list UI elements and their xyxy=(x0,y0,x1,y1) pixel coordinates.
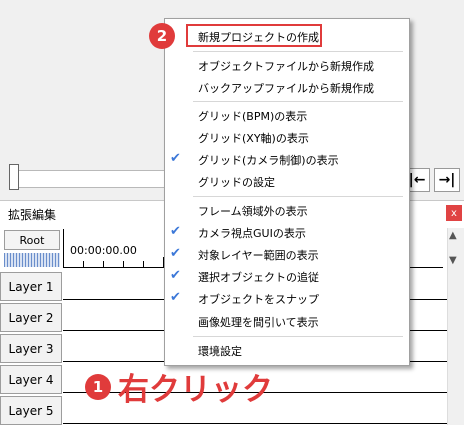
layer-button[interactable]: Layer 3 xyxy=(0,334,62,363)
menu-item-grid-settings[interactable]: グリッドの設定 xyxy=(198,174,275,190)
menu-separator xyxy=(193,336,403,337)
menu-item-grid-xy[interactable]: グリッド(XY軸)の表示 xyxy=(198,130,309,146)
frame-slider-track[interactable] xyxy=(12,170,172,188)
menu-item-follow-selection[interactable]: 選択オブジェクトの追従 xyxy=(198,269,319,285)
window-title: 拡張編集 xyxy=(8,208,57,222)
menu-item-new-from-object[interactable]: オブジェクトファイルから新規作成 xyxy=(198,58,374,74)
checkmark-icon: ✔ xyxy=(170,290,181,305)
menu-item-new-from-backup[interactable]: バックアップファイルから新規作成 xyxy=(198,80,374,96)
menu-item-camera-gui[interactable]: カメラ視点GUIの表示 xyxy=(198,225,306,241)
layer-button[interactable]: Layer 2 xyxy=(0,303,62,332)
root-button[interactable]: Root xyxy=(4,230,60,250)
layer-button[interactable]: Layer 5 xyxy=(0,396,62,425)
menu-item-grid-camera[interactable]: グリッド(カメラ制御)の表示 xyxy=(198,152,339,168)
menu-item-layer-range[interactable]: 対象レイヤー範囲の表示 xyxy=(198,247,319,263)
step-1-label: 右クリック xyxy=(118,372,273,408)
step-2-badge: 2 xyxy=(149,23,175,49)
checkmark-icon: ✔ xyxy=(170,151,181,166)
scroll-up-icon[interactable]: ▲ xyxy=(449,230,457,241)
close-button[interactable]: x xyxy=(446,205,462,221)
next-frame-button[interactable]: →| xyxy=(434,168,460,192)
layer-button[interactable]: Layer 4 xyxy=(0,365,62,394)
layer-button[interactable]: Layer 1 xyxy=(0,272,62,301)
highlight-frame xyxy=(186,24,322,47)
menu-item-out-of-frame[interactable]: フレーム領域外の表示 xyxy=(198,203,308,219)
menu-separator xyxy=(193,196,403,197)
scroll-down-icon[interactable]: ▼ xyxy=(449,255,457,266)
menu-item-thin-processing[interactable]: 画像処理を間引いて表示 xyxy=(198,314,319,330)
timecode-label: 00:00:00.00 xyxy=(70,244,137,257)
zoom-scale-bar[interactable] xyxy=(4,253,60,267)
step-1-badge: 1 xyxy=(85,374,111,400)
menu-separator xyxy=(193,101,403,102)
step-back-icon: |← xyxy=(408,172,426,188)
menu-item-grid-bpm[interactable]: グリッド(BPM)の表示 xyxy=(198,108,307,124)
menu-item-preferences[interactable]: 環境設定 xyxy=(198,343,242,359)
menu-separator xyxy=(193,51,403,52)
frame-nav-group: |← →| xyxy=(404,168,460,192)
checkmark-icon: ✔ xyxy=(170,246,181,261)
checkmark-icon: ✔ xyxy=(170,268,181,283)
frame-slider-thumb[interactable] xyxy=(9,164,19,190)
checkmark-icon: ✔ xyxy=(170,224,181,239)
step-forward-icon: →| xyxy=(438,172,456,188)
menu-item-snap-objects[interactable]: オブジェクトをスナップ xyxy=(198,291,319,307)
